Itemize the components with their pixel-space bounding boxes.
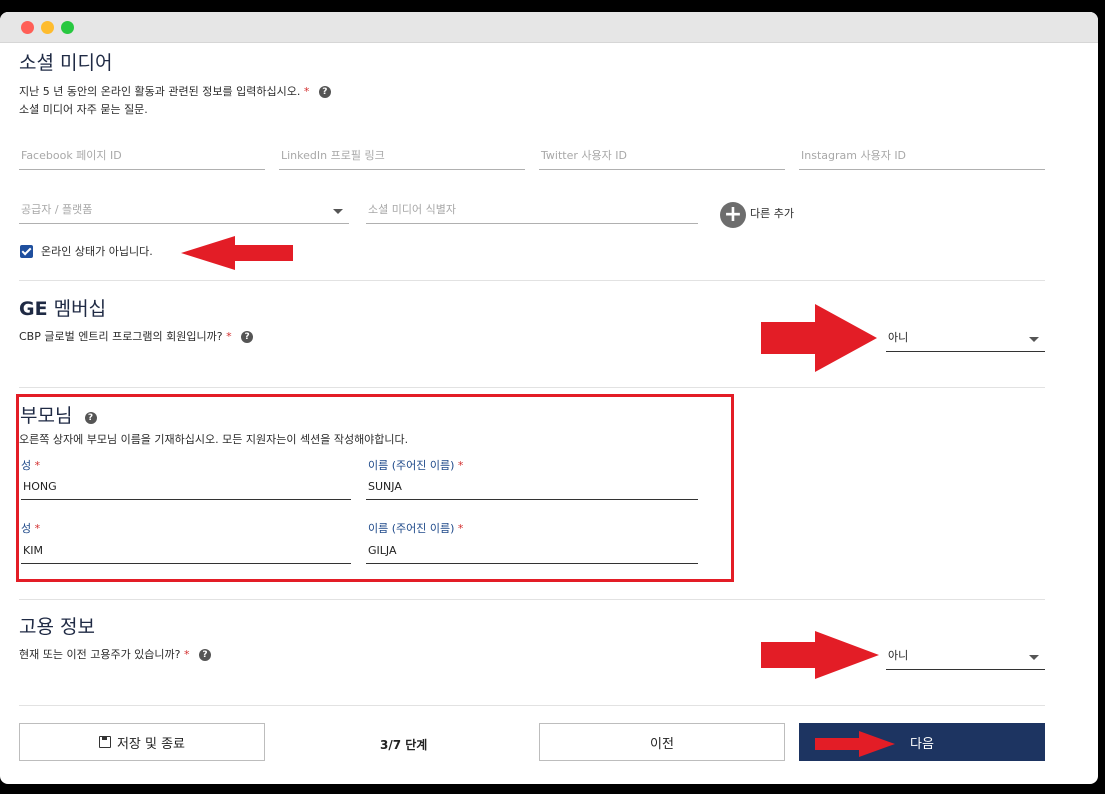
chevron-down-icon (1029, 337, 1039, 342)
social-media-description: 지난 5 년 동안의 온라인 활동과 관련된 정보를 입력하십시오. * ? (19, 83, 331, 99)
ge-membership-title: GE 멤버십 (19, 294, 106, 321)
plus-icon: + (723, 202, 743, 227)
parents-description: 오른쪽 상자에 부모님 이름을 기재하십시오. 모든 지원자는이 섹션을 작성해… (19, 433, 409, 446)
previous-button[interactable]: 이전 (539, 723, 785, 761)
section-divider (19, 705, 1045, 706)
chevron-down-icon (1029, 655, 1039, 660)
section-divider (19, 280, 1045, 281)
annotation-arrow-right (761, 631, 879, 679)
add-another-button[interactable]: + (720, 202, 746, 228)
given-name-label-text: 이름 (주어진 이름) (368, 459, 455, 472)
required-mark: * (184, 648, 190, 661)
parents-title-text: 부모님 (20, 405, 73, 427)
annotation-arrow-left (181, 236, 293, 270)
instagram-id-placeholder: Instagram 사용자 ID (801, 149, 907, 162)
add-another-label[interactable]: 다른 추가 (750, 205, 794, 221)
social-identifier-placeholder: 소셜 미디어 식별자 (368, 203, 456, 216)
facebook-id-placeholder: Facebook 페이지 ID (21, 149, 122, 162)
parent2-given-name-value: GILJA (368, 544, 397, 557)
required-mark: * (226, 330, 232, 343)
save-and-exit-button[interactable]: 저장 및 종료 (19, 723, 265, 761)
chevron-down-icon (333, 209, 343, 214)
linkedin-link-placeholder: LinkedIn 프로필 링크 (281, 149, 385, 162)
parent1-given-name-input[interactable]: SUNJA (366, 476, 698, 500)
not-online-checkbox[interactable] (20, 245, 33, 258)
ge-membership-select[interactable]: 아니 (886, 328, 1045, 352)
ge-membership-value: 아니 (888, 331, 909, 344)
required-mark: * (34, 459, 41, 472)
required-mark: * (303, 85, 310, 98)
annotation-arrow-right (815, 731, 895, 757)
surname-label-text: 성 (21, 459, 32, 472)
ge-question-text: CBP 글로벌 엔트리 프로그램의 회원입니까? (19, 330, 223, 343)
employment-title: 고용 정보 (19, 616, 95, 638)
help-icon[interactable]: ? (84, 412, 97, 424)
social-media-description-text: 지난 5 년 동안의 온라인 활동과 관련된 정보를 입력하십시오. (19, 85, 301, 98)
employment-value: 아니 (888, 649, 909, 662)
parent2-surname-value: KIM (23, 544, 43, 557)
close-window-button[interactable] (21, 21, 34, 34)
surname-label: 성 * (21, 520, 40, 536)
save-and-exit-label: 저장 및 종료 (116, 736, 186, 752)
instagram-id-input[interactable]: Instagram 사용자 ID (799, 146, 1045, 170)
ge-question: CBP 글로벌 엔트리 프로그램의 회원입니까? * ? (19, 328, 254, 344)
provider-platform-select[interactable]: 공급자 / 플랫폼 (19, 200, 349, 224)
required-mark: * (34, 522, 41, 535)
parent2-given-name-input[interactable]: GILJA (366, 540, 698, 564)
minimize-window-button[interactable] (41, 21, 54, 34)
facebook-id-input[interactable]: Facebook 페이지 ID (19, 146, 265, 170)
annotation-arrow-right (761, 304, 877, 372)
required-mark: * (457, 459, 464, 472)
not-online-label[interactable]: 온라인 상태가 아닙니다. (41, 243, 153, 259)
browser-window: 소셜 미디어 지난 5 년 동안의 온라인 활동과 관련된 정보를 입력하십시오… (0, 12, 1098, 784)
ge-title-bold: GE (19, 298, 48, 320)
given-name-label-text: 이름 (주어진 이름) (368, 522, 455, 535)
parent1-surname-value: HONG (23, 480, 57, 493)
social-media-title: 소셜 미디어 (19, 52, 113, 74)
surname-label-text: 성 (21, 522, 32, 535)
twitter-id-input[interactable]: Twitter 사용자 ID (539, 146, 785, 170)
title-bar (0, 12, 1098, 43)
section-divider (19, 599, 1045, 600)
ge-title-rest: 멤버십 (53, 298, 107, 320)
parent1-given-name-value: SUNJA (368, 480, 402, 493)
parent2-surname-input[interactable]: KIM (21, 540, 351, 564)
employment-question: 현재 또는 이전 고용주가 있습니까? * ? (19, 646, 212, 662)
help-icon[interactable]: ? (318, 86, 331, 98)
linkedin-link-input[interactable]: LinkedIn 프로필 링크 (279, 146, 525, 170)
section-divider (19, 387, 1045, 388)
next-label: 다음 (910, 736, 934, 752)
previous-label: 이전 (650, 736, 674, 752)
save-icon (98, 736, 111, 748)
provider-platform-placeholder: 공급자 / 플랫폼 (21, 203, 93, 216)
maximize-window-button[interactable] (61, 21, 74, 34)
parent1-surname-input[interactable]: HONG (21, 476, 351, 500)
help-icon[interactable]: ? (199, 649, 212, 661)
social-media-faq-link[interactable]: 소셜 미디어 자주 묻는 질문. (19, 101, 148, 117)
required-mark: * (457, 522, 464, 535)
given-name-label: 이름 (주어진 이름) * (368, 457, 463, 473)
twitter-id-placeholder: Twitter 사용자 ID (541, 149, 627, 162)
parents-title: 부모님 ? (20, 401, 97, 428)
given-name-label: 이름 (주어진 이름) * (368, 520, 463, 536)
employment-select[interactable]: 아니 (886, 646, 1045, 670)
step-indicator: 3/7 단계 (380, 738, 428, 752)
employment-question-text: 현재 또는 이전 고용주가 있습니까? (19, 648, 181, 661)
social-identifier-input[interactable]: 소셜 미디어 식별자 (366, 200, 698, 224)
help-icon[interactable]: ? (241, 331, 254, 343)
surname-label: 성 * (21, 457, 40, 473)
